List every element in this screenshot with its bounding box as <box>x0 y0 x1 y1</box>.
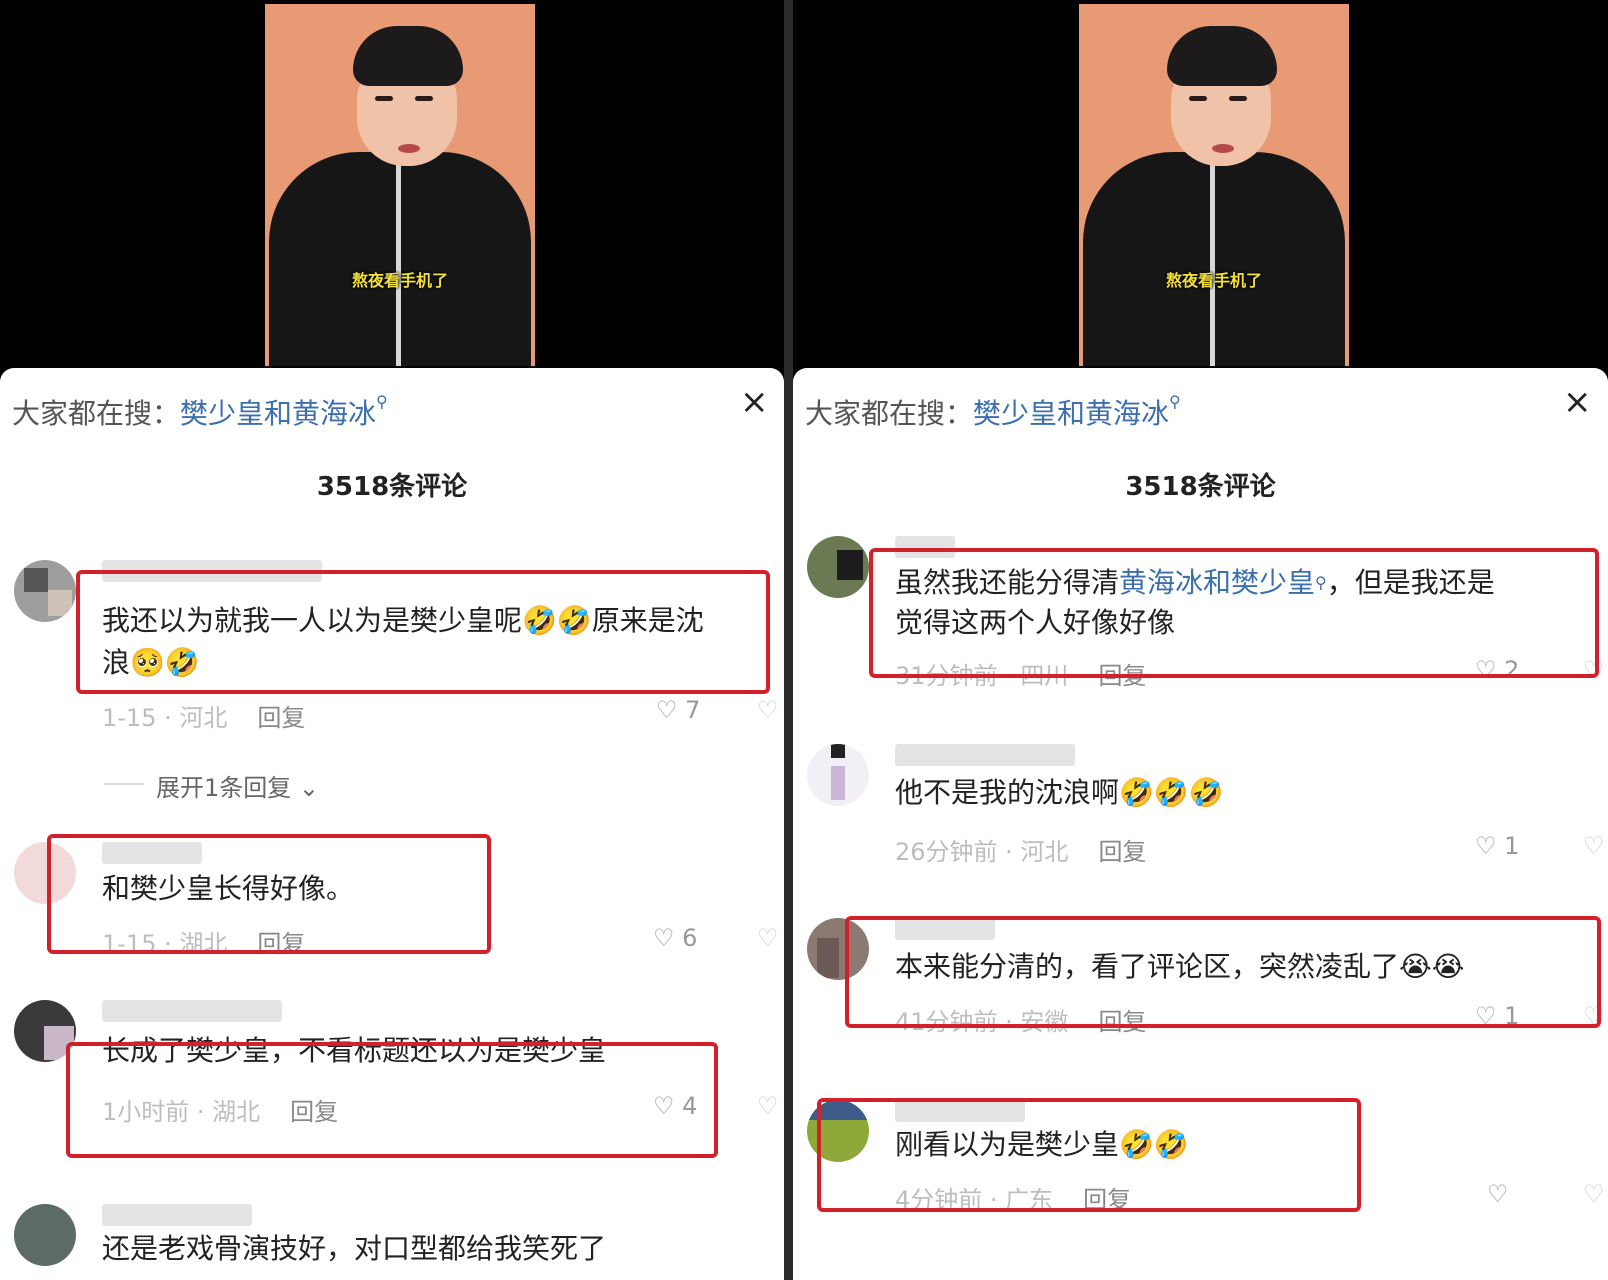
search-prefix: 大家都在搜： <box>12 397 181 430</box>
avatar[interactable] <box>807 536 869 598</box>
video-thumbnail[interactable]: 熬夜看手机了 <box>1079 4 1349 366</box>
comment-meta: 1-15 · 河北 回复 <box>102 698 305 733</box>
like-count: 6 <box>682 924 698 952</box>
close-icon[interactable]: × <box>740 382 769 422</box>
comment-meta: 26分钟前 · 河北 回复 <box>895 832 1146 867</box>
highlight-box <box>869 548 1599 678</box>
comment-text: 还是老戏骨演技好，对口型都给我笑死了 <box>102 1232 607 1265</box>
left-screenshot: 熬夜看手机了 大家都在搜：樊少皇和黄海冰⚲ × 3518条评论 我还以为就我一人… <box>0 0 784 1280</box>
dislike-icon[interactable]: ♡ <box>757 1092 779 1120</box>
mouth <box>398 144 420 153</box>
avatar[interactable] <box>14 1204 76 1266</box>
video-caption: 熬夜看手机了 <box>351 271 448 290</box>
dislike-icon[interactable]: ♡ <box>1583 1180 1605 1208</box>
expand-replies-button[interactable]: 展开1条回复 ⌄ <box>156 768 319 803</box>
panel-divider <box>784 0 793 1280</box>
avatar[interactable] <box>14 560 76 622</box>
avatar[interactable] <box>807 744 869 806</box>
right-screenshot: 熬夜看手机了 大家都在搜：樊少皇和黄海冰⚲ × 3518条评论 虽然我还能分得清… <box>793 0 1608 1280</box>
dislike-icon[interactable]: ♡ <box>757 696 779 724</box>
like-button[interactable]: ♡ 1 <box>1475 832 1519 860</box>
trending-search[interactable]: 大家都在搜：樊少皇和黄海冰⚲ <box>12 392 388 432</box>
reply-button[interactable]: 回复 <box>1098 838 1146 866</box>
eye <box>375 96 393 101</box>
comment-sheet: 大家都在搜：樊少皇和黄海冰⚲ × 3518条评论 虽然我还能分得清黄海冰和樊少皇… <box>793 368 1608 1280</box>
magnifier-icon: ⚲ <box>1169 392 1181 411</box>
close-icon[interactable]: × <box>1563 382 1592 422</box>
like-button[interactable]: ♡ 6 <box>653 924 697 952</box>
highlight-box <box>47 834 491 954</box>
highlight-box <box>66 1042 718 1158</box>
comment-sheet: 大家都在搜：樊少皇和黄海冰⚲ × 3518条评论 我还以为就我一人以为是樊少皇呢… <box>0 368 784 1280</box>
search-term-link[interactable]: 樊少皇和黄海冰 <box>973 397 1169 430</box>
comment-count: 3518条评论 <box>316 472 468 502</box>
magnifier-icon: ⚲ <box>376 392 388 411</box>
highlight-box <box>76 570 770 694</box>
search-prefix: 大家都在搜： <box>805 397 974 430</box>
heart-icon: ♡ <box>653 924 675 952</box>
eye <box>1189 96 1207 101</box>
highlight-box <box>817 1098 1361 1212</box>
heart-icon: ♡ <box>656 696 678 724</box>
eye <box>415 96 433 101</box>
like-button[interactable]: ♡ <box>1487 1180 1509 1208</box>
eye <box>1229 96 1247 101</box>
hair <box>1167 26 1277 86</box>
zipper <box>1210 164 1215 366</box>
comment-time: 26分钟前 · 河北 <box>895 838 1069 866</box>
hair <box>353 26 463 86</box>
dislike-icon[interactable]: ♡ <box>1583 832 1605 860</box>
video-player[interactable]: 熬夜看手机了 <box>0 0 784 368</box>
comment-count: 3518条评论 <box>1125 472 1276 502</box>
like-count: 1 <box>1504 832 1520 860</box>
reply-button[interactable]: 回复 <box>257 704 305 732</box>
video-player[interactable]: 熬夜看手机了 <box>793 0 1608 368</box>
comment-text: 他不是我的沈浪啊🤣🤣🤣 <box>895 776 1224 809</box>
dislike-icon[interactable]: ♡ <box>757 924 779 952</box>
highlight-box <box>845 916 1601 1028</box>
username[interactable] <box>102 1000 282 1022</box>
like-button[interactable]: ♡ 7 <box>656 696 700 724</box>
comment-time: 1-15 · 河北 <box>102 704 228 732</box>
expand-divider <box>104 783 144 785</box>
like-count: 7 <box>685 696 701 724</box>
video-caption: 熬夜看手机了 <box>1165 271 1262 290</box>
heart-icon: ♡ <box>1487 1180 1509 1208</box>
heart-icon: ♡ <box>1475 832 1497 860</box>
video-thumbnail[interactable]: 熬夜看手机了 <box>265 4 535 366</box>
trending-search[interactable]: 大家都在搜：樊少皇和黄海冰⚲ <box>805 392 1181 432</box>
zipper <box>396 164 401 366</box>
username[interactable] <box>895 744 1075 766</box>
search-term-link[interactable]: 樊少皇和黄海冰 <box>180 397 376 430</box>
username[interactable] <box>102 1204 252 1226</box>
mouth <box>1212 144 1234 153</box>
chevron-down-icon: ⌄ <box>298 774 320 802</box>
